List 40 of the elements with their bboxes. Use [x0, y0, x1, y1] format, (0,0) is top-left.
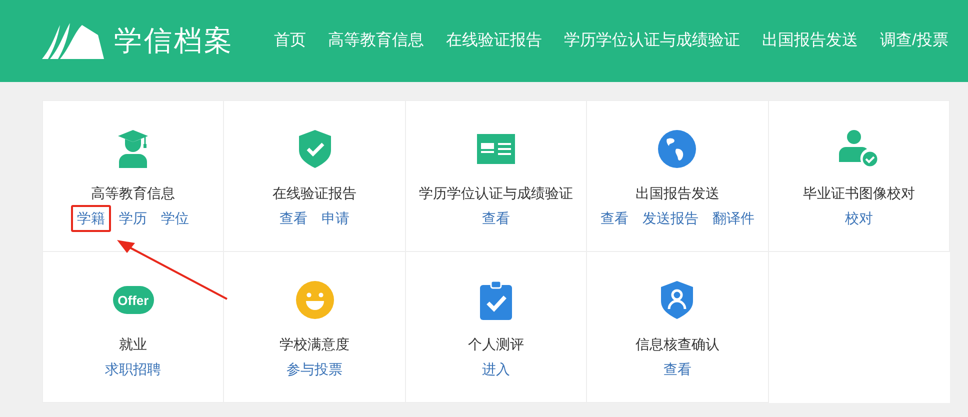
smiley-icon — [296, 281, 334, 319]
service-link[interactable]: 申请 — [316, 205, 356, 232]
service-link[interactable]: 参与投票 — [280, 356, 349, 383]
shield-check-icon — [298, 130, 331, 168]
nav-link[interactable]: 在线验证报告 — [446, 29, 542, 53]
service-link[interactable]: 翻译件 — [706, 205, 760, 232]
user-check-icon — [838, 130, 879, 168]
logo-text: 学信档案 — [114, 24, 234, 58]
service-link[interactable]: 学位 — [155, 205, 196, 232]
service-link[interactable]: 发送报告 — [636, 205, 704, 232]
id-card-icon — [476, 134, 515, 164]
graduate-icon — [116, 130, 150, 168]
nav-link[interactable]: 调查/投票 — [880, 29, 948, 53]
service-title: 毕业证书图像校对 — [802, 184, 915, 203]
nav-link[interactable]: 学历学位认证与成绩验证 — [564, 29, 740, 53]
service-link[interactable]: 进入 — [476, 356, 516, 383]
service-title: 出国报告发送 — [635, 184, 720, 203]
clipboard-check-icon — [480, 280, 512, 320]
offer-badge: Offer — [112, 286, 154, 314]
service-link[interactable]: 查看 — [657, 356, 698, 383]
service-title: 个人测评 — [468, 335, 524, 354]
service-title: 学校满意度 — [280, 335, 350, 354]
service-link[interactable]: 学历 — [113, 205, 154, 232]
service-link[interactable]: 查看 — [476, 205, 516, 232]
service-link[interactable]: 求职招聘 — [99, 356, 168, 383]
nav-link[interactable]: 首页 — [274, 29, 306, 53]
service-link[interactable]: 查看 — [274, 205, 314, 232]
user-shield-icon — [661, 281, 694, 319]
service-title: 学历学位认证与成绩验证 — [418, 184, 573, 203]
service-link[interactable]: 校对 — [838, 205, 879, 232]
nav-link[interactable]: 出国报告发送 — [762, 29, 858, 53]
service-title: 在线验证报告 — [272, 184, 357, 203]
service-title: 就业 — [119, 335, 148, 354]
service-title: 高等教育信息 — [91, 184, 176, 203]
service-title: 信息核查确认 — [635, 335, 720, 354]
globe-icon — [658, 130, 696, 168]
logo-icon — [42, 23, 104, 59]
service-link[interactable]: 查看 — [594, 205, 634, 232]
nav-link[interactable]: 高等教育信息 — [328, 29, 424, 53]
service-link[interactable]: 学籍 — [71, 205, 112, 232]
